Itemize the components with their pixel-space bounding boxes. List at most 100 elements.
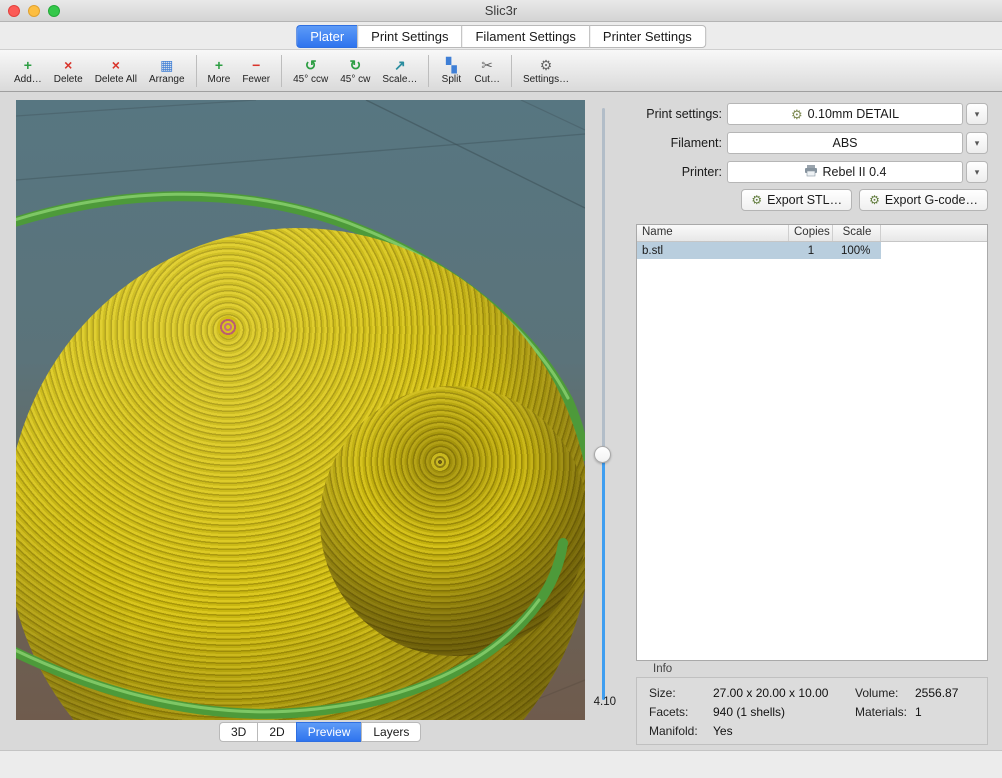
column-header-filler bbox=[881, 225, 987, 241]
object-list-table[interactable]: Name Copies Scale b.stl 1 100% bbox=[636, 224, 988, 661]
printer-icon bbox=[804, 165, 818, 180]
settings-button-label: Settings… bbox=[523, 74, 569, 85]
delete-all-icon: × bbox=[112, 57, 120, 73]
add-button[interactable]: + Add… bbox=[8, 55, 48, 87]
info-panel: Size: 27.00 x 20.00 x 10.00 Volume: 2556… bbox=[636, 677, 988, 745]
export-stl-icon: ⚙ bbox=[751, 194, 762, 207]
layer-slider-fill bbox=[602, 455, 605, 700]
scale-button-label: Scale… bbox=[382, 74, 417, 85]
layer-slider-thumb[interactable] bbox=[594, 446, 611, 463]
settings-button[interactable]: ⚙ Settings… bbox=[517, 55, 575, 87]
main-tab-bar: Plater Print Settings Filament Settings … bbox=[0, 22, 1002, 49]
fewer-copies-icon: − bbox=[252, 57, 260, 73]
arrange-button-label: Arrange bbox=[149, 74, 185, 85]
object-table-header: Name Copies Scale bbox=[637, 225, 987, 242]
filament-value: ABS bbox=[832, 136, 857, 150]
more-button[interactable]: + More bbox=[202, 55, 237, 87]
scale-icon: ↗ bbox=[394, 57, 406, 73]
status-strip bbox=[0, 750, 1002, 778]
minimize-window-button[interactable] bbox=[28, 5, 40, 17]
traffic-lights bbox=[8, 5, 60, 17]
facets-label: Facets: bbox=[649, 705, 688, 719]
rotate-ccw-button[interactable]: ↺ 45° ccw bbox=[287, 55, 334, 87]
column-header-scale[interactable]: Scale bbox=[833, 225, 881, 241]
titlebar: Slic3r bbox=[0, 0, 1002, 22]
app-window: Slic3r Plater Print Settings Filament Se… bbox=[0, 0, 1002, 778]
cut-button[interactable]: ✂ Cut… bbox=[468, 55, 506, 87]
scale-button[interactable]: ↗ Scale… bbox=[376, 55, 423, 87]
delete-button[interactable]: × Delete bbox=[48, 55, 89, 87]
tab-print-settings[interactable]: Print Settings bbox=[357, 25, 461, 48]
export-buttons-row: ⚙ Export STL… ⚙ Export G-code… bbox=[636, 189, 988, 211]
rotate-cw-icon: ↻ bbox=[349, 57, 361, 73]
3d-preview-viewport[interactable] bbox=[16, 100, 585, 720]
printer-select[interactable]: Rebel II 0.4 bbox=[727, 161, 963, 183]
delete-all-button-label: Delete All bbox=[95, 74, 137, 85]
cell-scale: 100% bbox=[833, 245, 881, 257]
settings-icon: ⚙ bbox=[540, 57, 553, 73]
toolbar-separator bbox=[196, 55, 197, 87]
fewer-button-label: Fewer bbox=[242, 74, 270, 85]
toolbar: + Add… × Delete × Delete All ▦ Arrange +… bbox=[0, 49, 1002, 92]
cut-button-label: Cut… bbox=[474, 74, 500, 85]
chevron-down-icon: ▾ bbox=[975, 138, 980, 149]
zoom-window-button[interactable] bbox=[48, 5, 60, 17]
toolbar-separator bbox=[281, 55, 282, 87]
split-button-label: Split bbox=[442, 74, 461, 85]
printer-value: Rebel II 0.4 bbox=[823, 165, 887, 179]
column-header-name[interactable]: Name bbox=[637, 225, 789, 241]
delete-all-button[interactable]: × Delete All bbox=[89, 55, 143, 87]
cell-copies: 1 bbox=[789, 245, 833, 257]
toolbar-separator bbox=[511, 55, 512, 87]
filament-select[interactable]: ABS bbox=[727, 132, 963, 154]
tab-plater[interactable]: Plater bbox=[296, 25, 357, 48]
filament-dropdown-button[interactable]: ▾ bbox=[966, 132, 988, 154]
print-settings-dropdown-button[interactable]: ▾ bbox=[966, 103, 988, 125]
export-gcode-button[interactable]: ⚙ Export G-code… bbox=[859, 189, 988, 211]
rotate-ccw-button-label: 45° ccw bbox=[293, 74, 328, 85]
chevron-down-icon: ▾ bbox=[975, 167, 980, 178]
volume-value: 2556.87 bbox=[915, 686, 958, 700]
print-settings-select[interactable]: ⚙ 0.10mm DETAIL bbox=[727, 103, 963, 125]
fewer-button[interactable]: − Fewer bbox=[236, 55, 276, 87]
split-button[interactable]: ▚ Split bbox=[434, 55, 468, 87]
export-stl-label: Export STL… bbox=[767, 193, 842, 207]
main-tabs-segmented-control: Plater Print Settings Filament Settings … bbox=[296, 25, 706, 48]
materials-value: 1 bbox=[915, 705, 922, 719]
print-settings-label: Print settings: bbox=[600, 103, 722, 125]
arrange-button[interactable]: ▦ Arrange bbox=[143, 55, 191, 87]
chevron-down-icon: ▾ bbox=[975, 109, 980, 120]
split-icon: ▚ bbox=[446, 57, 457, 73]
close-window-button[interactable] bbox=[8, 5, 20, 17]
rotate-cw-button[interactable]: ↻ 45° cw bbox=[334, 55, 376, 87]
tab-printer-settings[interactable]: Printer Settings bbox=[589, 25, 706, 48]
materials-label: Materials: bbox=[855, 705, 907, 719]
view-tabs-segmented-control: 3D 2D Preview Layers bbox=[219, 722, 421, 742]
table-row-b-stl[interactable]: b.stl 1 100% bbox=[637, 242, 881, 259]
column-header-copies[interactable]: Copies bbox=[789, 225, 833, 241]
cut-icon: ✂ bbox=[481, 57, 493, 73]
export-stl-button[interactable]: ⚙ Export STL… bbox=[741, 189, 852, 211]
view-tab-bar: 3D 2D Preview Layers bbox=[219, 722, 421, 742]
print-settings-value: 0.10mm DETAIL bbox=[808, 107, 899, 121]
export-gcode-label: Export G-code… bbox=[885, 193, 978, 207]
toolbar-separator bbox=[428, 55, 429, 87]
export-gcode-icon: ⚙ bbox=[869, 194, 880, 207]
more-copies-icon: + bbox=[215, 57, 223, 73]
rotate-cw-button-label: 45° cw bbox=[340, 74, 370, 85]
tab-layers[interactable]: Layers bbox=[361, 722, 421, 742]
printer-label: Printer: bbox=[600, 161, 722, 183]
cell-name: b.stl bbox=[637, 245, 789, 257]
tab-preview[interactable]: Preview bbox=[296, 722, 362, 742]
tab-2d[interactable]: 2D bbox=[257, 722, 295, 742]
tab-3d[interactable]: 3D bbox=[219, 722, 257, 742]
info-section-title: Info bbox=[653, 663, 672, 675]
manifold-value: Yes bbox=[713, 724, 733, 738]
printer-dropdown-button[interactable]: ▾ bbox=[966, 161, 988, 183]
tab-filament-settings[interactable]: Filament Settings bbox=[461, 25, 588, 48]
size-label: Size: bbox=[649, 686, 676, 700]
size-value: 27.00 x 20.00 x 10.00 bbox=[713, 686, 828, 700]
rotate-ccw-icon: ↺ bbox=[305, 57, 317, 73]
volume-label: Volume: bbox=[855, 686, 898, 700]
window-title: Slic3r bbox=[0, 0, 1002, 22]
